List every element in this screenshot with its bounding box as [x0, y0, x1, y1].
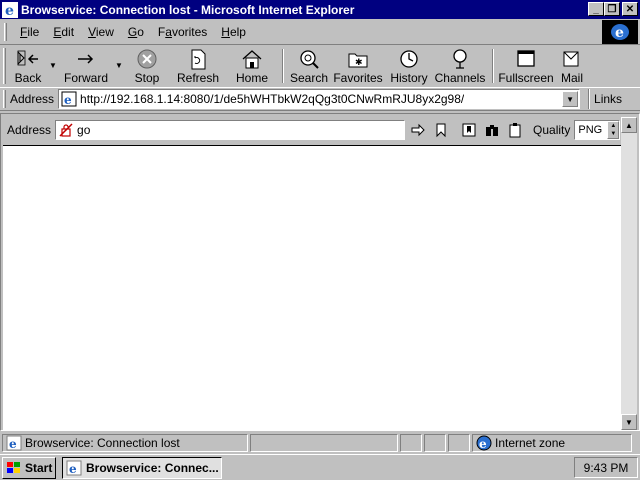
bookmark-icon[interactable]	[431, 120, 451, 140]
mail-button[interactable]: Mail	[554, 45, 590, 85]
inner-address-field[interactable]: go	[55, 120, 406, 140]
back-dropdown-icon[interactable]: ▼	[48, 45, 58, 70]
scroll-down-icon[interactable]: ▼	[621, 414, 637, 430]
menu-file[interactable]: File	[13, 25, 46, 39]
status-pane	[448, 434, 470, 452]
history-icon	[400, 50, 418, 68]
ie-logo-icon: e	[2, 1, 18, 18]
quality-label: Quality	[533, 123, 571, 137]
back-button[interactable]: Back	[8, 45, 48, 85]
stop-icon	[137, 49, 157, 69]
status-text-pane: e Browservice: Connection lost	[2, 434, 248, 452]
ie-logo-icon: e	[66, 460, 82, 476]
go-arrow-icon[interactable]	[408, 120, 428, 140]
page-bookmarks-icon[interactable]	[459, 120, 479, 140]
clipboard-icon[interactable]	[505, 120, 525, 140]
status-pane	[424, 434, 446, 452]
mail-icon	[563, 51, 579, 67]
broken-security-icon	[59, 123, 73, 137]
globe-icon: e	[476, 435, 492, 451]
page-canvas[interactable]	[3, 145, 621, 430]
standard-toolbar: Back ▼ Forward ▼ Stop Refresh Home Searc…	[0, 44, 640, 86]
forward-button[interactable]: Forward	[58, 45, 114, 85]
svg-text:e: e	[5, 3, 14, 18]
favorites-button[interactable]: ✱ Favorites	[330, 45, 386, 85]
taskbar: Start e Browservice: Connec... 9:43 PM	[0, 454, 640, 480]
inner-address-label: Address	[7, 123, 52, 137]
taskbar-item-browservice[interactable]: e Browservice: Connec...	[62, 456, 222, 479]
status-bar: e Browservice: Connection lost e Interne…	[0, 433, 640, 453]
channels-icon	[453, 49, 467, 69]
address-input[interactable]: e http://192.168.1.14:8080/1/de5hWHTbkW2…	[58, 89, 581, 109]
address-bar: Address e http://192.168.1.14:8080/1/de5…	[0, 87, 640, 111]
svg-text:✱: ✱	[355, 58, 363, 68]
fullscreen-icon	[517, 50, 535, 67]
windows-logo-icon	[7, 461, 20, 473]
page-icon: e	[61, 91, 77, 107]
menu-edit[interactable]: Edit	[46, 25, 81, 39]
vertical-scrollbar[interactable]: ▲ ▼	[621, 117, 637, 430]
home-icon	[242, 50, 262, 69]
links-button[interactable]: Links	[594, 92, 622, 106]
forward-dropdown-icon[interactable]: ▼	[114, 45, 124, 70]
menu-go[interactable]: Go	[121, 25, 151, 39]
menu-favorites[interactable]: Favorites	[151, 25, 214, 39]
menu-bar: File Edit View Go Favorites Help	[0, 20, 640, 44]
minimize-button[interactable]: _	[588, 2, 604, 16]
search-button[interactable]: Search	[288, 45, 330, 85]
channels-button[interactable]: Channels	[432, 45, 488, 85]
address-label: Address	[10, 92, 55, 106]
links-separator	[588, 89, 591, 109]
ie-page-icon: e	[6, 435, 22, 451]
window-title: Browservice: Connection lost - Microsoft…	[21, 2, 355, 17]
svg-text:e: e	[64, 93, 72, 107]
menu-view[interactable]: View	[81, 25, 121, 39]
address-grip[interactable]	[3, 90, 6, 108]
refresh-icon	[191, 49, 206, 70]
security-zone-pane: e Internet zone	[472, 434, 632, 452]
title-bar[interactable]: e Browservice: Connection lost - Microso…	[0, 0, 640, 19]
search-icon	[300, 50, 319, 69]
svg-text:e: e	[9, 437, 17, 451]
back-arrow-icon	[17, 50, 38, 66]
browservice-toolbar: Address go Quality PNG ▲ ▼	[1, 117, 623, 143]
favorites-folder-icon: ✱	[348, 53, 368, 68]
status-progress-pane	[250, 434, 398, 452]
svg-text:e: e	[69, 462, 77, 476]
maximize-button[interactable]: ❐	[604, 2, 620, 16]
toolbar-separator	[492, 49, 494, 83]
address-dropdown-icon[interactable]: ▼	[562, 91, 579, 107]
status-pane	[400, 434, 422, 452]
find-binoculars-icon[interactable]	[482, 120, 502, 140]
home-button[interactable]: Home	[226, 45, 278, 85]
toolbar-separator	[282, 49, 284, 83]
svg-text:e: e	[615, 25, 624, 41]
menu-grip[interactable]	[4, 23, 7, 41]
scroll-up-icon[interactable]: ▲	[621, 117, 637, 133]
menu-help[interactable]: Help	[214, 25, 253, 39]
toolbar-grip[interactable]	[3, 48, 6, 84]
refresh-button[interactable]: Refresh	[170, 45, 226, 85]
quality-selector[interactable]: PNG ▲ ▼	[574, 120, 621, 140]
system-clock[interactable]: 9:43 PM	[574, 457, 638, 478]
ie-throbber-icon[interactable]: e	[602, 20, 638, 44]
quality-spin-icon[interactable]: ▲ ▼	[607, 121, 620, 139]
start-button[interactable]: Start	[2, 456, 56, 479]
forward-arrow-icon	[78, 54, 94, 64]
document-area: Address go Quality PNG ▲ ▼ ▲ ▼	[0, 113, 640, 431]
fullscreen-button[interactable]: Fullscreen	[498, 45, 554, 85]
history-button[interactable]: History	[386, 45, 432, 85]
stop-button[interactable]: Stop	[124, 45, 170, 85]
address-url: http://192.168.1.14:8080/1/de5hWHTbkW2qQ…	[80, 92, 465, 106]
svg-text:e: e	[479, 437, 487, 451]
close-button[interactable]: ✕	[622, 2, 638, 16]
